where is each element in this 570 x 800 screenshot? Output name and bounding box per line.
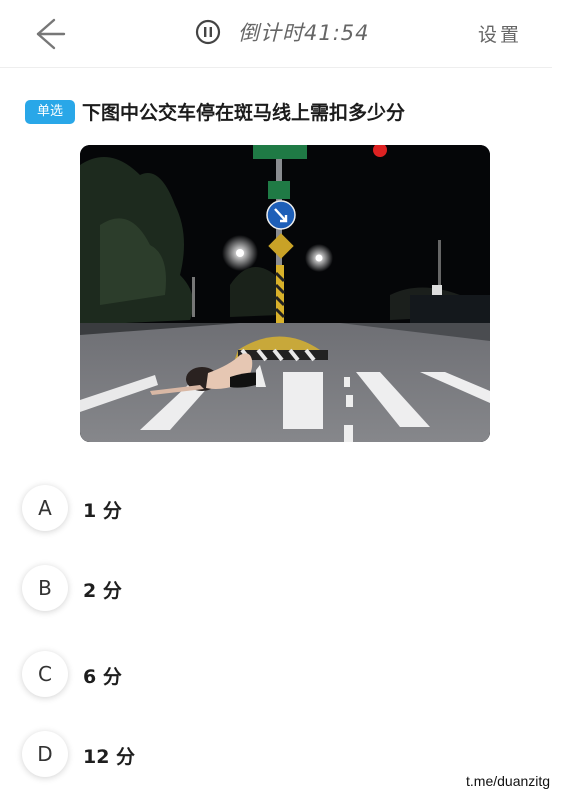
option-c-letter: C xyxy=(22,651,68,697)
question-header: 单选 下图中公交车停在斑马线上需扣多少分 xyxy=(25,96,545,132)
top-bar: 倒计时41:54 设置 xyxy=(0,0,552,68)
settings-button[interactable]: 设置 xyxy=(478,20,522,47)
watermark-text: t.me/duanzitg xyxy=(466,773,551,789)
question-type-badge: 单选 xyxy=(25,100,75,124)
option-a-letter: A xyxy=(22,485,68,531)
question-text: 下图中公交车停在斑马线上需扣多少分 xyxy=(82,102,406,124)
countdown-timer: 倒计时41:54 xyxy=(238,21,370,45)
option-c-text: 6 分 xyxy=(83,666,122,688)
pause-button[interactable] xyxy=(195,19,221,45)
option-d[interactable]: D 12 分 xyxy=(22,731,322,779)
option-b-text: 2 分 xyxy=(83,580,122,602)
back-button[interactable] xyxy=(28,16,68,52)
question-image xyxy=(80,145,490,442)
option-a[interactable]: A 1 分 xyxy=(22,485,322,533)
option-d-text: 12 分 xyxy=(83,746,136,768)
option-c[interactable]: C 6 分 xyxy=(22,651,322,699)
arrow-left-icon xyxy=(36,18,66,50)
option-d-letter: D xyxy=(22,731,68,777)
option-b[interactable]: B 2 分 xyxy=(22,565,322,613)
option-a-text: 1 分 xyxy=(83,500,122,522)
option-b-letter: B xyxy=(22,565,68,611)
pause-circle-icon xyxy=(195,19,221,45)
street-photo xyxy=(80,145,490,442)
